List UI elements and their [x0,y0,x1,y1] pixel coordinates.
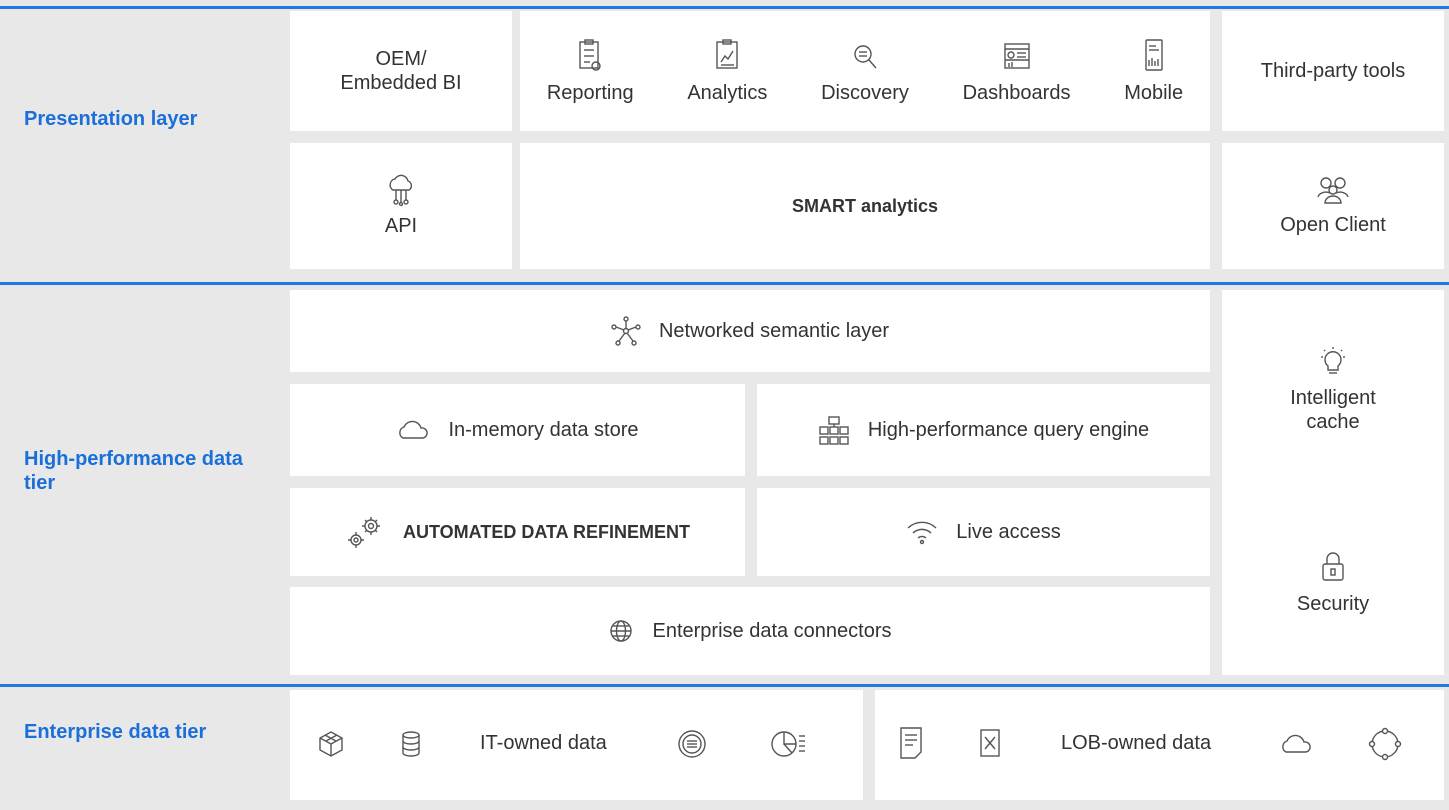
dashboard-icon [1003,38,1030,72]
data-tier-label: High-performance data tier [24,448,243,494]
lock-icon [1320,550,1346,582]
cube-icon [318,730,344,758]
third-party-tools-box: Third-party tools [1222,11,1444,131]
lob-owned-data-box: LOB-owned data [875,690,1444,800]
third-party-tools-label: Third-party tools [1260,60,1406,82]
live-access-label: Live access [956,521,1061,543]
tool-label: Reporting [546,81,634,104]
list-circle-icon [676,728,708,760]
tool-mobile: Mobile [1124,38,1183,105]
data-refinement-box: AUTOMATED DATA REFINEMENT [290,488,745,576]
clipboard-icon [577,38,603,72]
database-icon [400,730,422,758]
api-label: API [384,215,418,237]
it-owned-data-label: IT-owned data [480,732,607,754]
architecture-diagram: Presentation layer OEM/ Embedded BI Repo… [0,0,1449,810]
document-icon [899,726,923,760]
hierarchy-icon [818,415,850,445]
bi-tools-box: Reporting Analytics Discovery Dashboards… [520,11,1210,131]
cloud-network-icon [385,174,417,207]
cycle-icon [1367,726,1403,762]
semantic-layer-box: Networked semantic layer [290,290,1210,372]
spreadsheet-icon [979,728,1001,758]
globe-icon [608,618,634,644]
network-node-icon [611,316,641,346]
presentation-layer-label: Presentation layer [24,108,198,130]
tool-label: Dashboards [962,81,1071,104]
query-engine-label: High-performance query engine [867,419,1150,441]
oem-embedded-bi-label: OEM/ Embedded BI [340,48,462,94]
magnifier-icon [852,38,878,72]
gears-icon [345,514,385,550]
tool-reporting: Reporting [547,38,634,105]
open-client-label: Open Client [1280,214,1386,236]
lightbulb-icon [1318,346,1348,378]
lob-owned-data-label: LOB-owned data [1061,732,1212,754]
security-label: Security [1296,592,1370,615]
chart-doc-icon [714,38,740,72]
enterprise-tier-label: Enterprise data tier [24,721,207,743]
intelligent-cache-box: Intelligent cache [1222,290,1444,490]
tool-label: Mobile [1124,81,1184,104]
tool-analytics: Analytics [687,38,767,105]
open-client-box: Open Client [1222,143,1444,269]
live-access-box: Live access [757,488,1210,576]
smart-analytics-label: SMART analytics [791,196,939,216]
mobile-icon [1141,38,1167,72]
cloud-icon [396,418,430,442]
in-memory-store-label: In-memory data store [448,419,639,441]
tool-discovery: Discovery [821,38,909,105]
security-box: Security [1222,490,1444,675]
api-box: API [290,143,512,269]
data-connectors-label: Enterprise data connectors [652,620,892,642]
tool-dashboards: Dashboards [962,38,1071,105]
it-owned-data-box: IT-owned data [290,690,863,800]
semantic-layer-label: Networked semantic layer [658,320,890,342]
data-connectors-box: Enterprise data connectors [290,587,1210,675]
query-engine-box: High-performance query engine [757,384,1210,476]
oem-embedded-bi-box: OEM/ Embedded BI [290,11,512,131]
pie-chart-icon [770,728,806,760]
intelligent-cache-label: Intelligent cache [1290,387,1376,433]
users-icon [1316,175,1350,205]
in-memory-store-box: In-memory data store [290,384,745,476]
data-refinement-label: AUTOMATED DATA REFINEMENT [403,522,690,542]
tool-label: Discovery [821,81,909,104]
tool-label: Analytics [687,81,768,104]
wifi-icon [906,519,938,545]
smart-analytics-box: SMART analytics [520,143,1210,269]
cloud-icon [1279,732,1313,756]
